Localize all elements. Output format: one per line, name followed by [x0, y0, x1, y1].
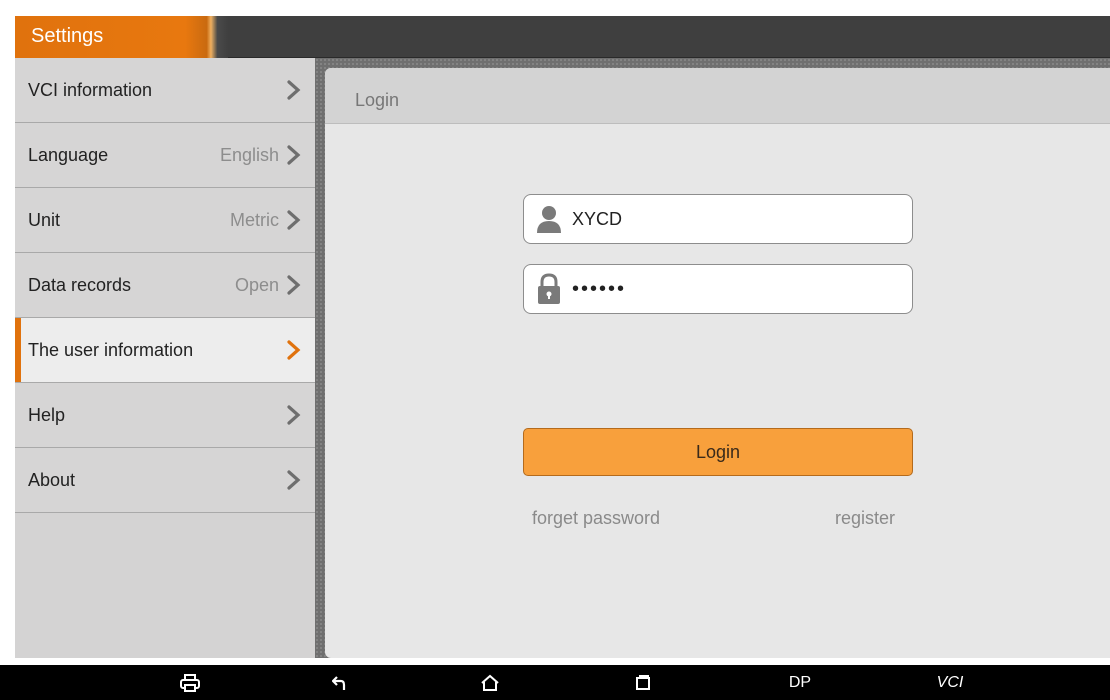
print-icon [180, 673, 200, 692]
panel-title: Login [355, 90, 400, 110]
sidebar-item-value: English [219, 144, 279, 165]
chevron-right-icon [287, 210, 301, 230]
home-button[interactable] [475, 665, 505, 700]
username-input[interactable] [572, 208, 892, 230]
login-button[interactable]: Login [523, 428, 913, 476]
sidebar-item-label: The user information [28, 339, 194, 360]
dp-label: DP [788, 673, 812, 691]
sidebar-item-user-information[interactable]: The user information [15, 318, 315, 383]
panel-header: Login [325, 68, 1110, 124]
sidebar-item-data-records[interactable]: Data records Open [15, 253, 315, 318]
chevron-right-icon [287, 80, 301, 100]
top-bar: Settings [0, 0, 1110, 58]
register-link[interactable]: register [835, 508, 895, 529]
sidebar-item-value: Metric [230, 209, 279, 230]
password-field[interactable]: •••••• [523, 264, 913, 314]
sidebar-item-unit[interactable]: Unit Metric [15, 188, 315, 253]
chevron-right-icon [287, 275, 301, 295]
user-icon [537, 206, 561, 233]
sidebar-item-label: Help [28, 404, 66, 425]
forget-password-link[interactable]: forget password [532, 508, 660, 529]
vci-button[interactable]: VCI [925, 665, 975, 700]
home-icon [481, 674, 499, 691]
sidebar-item-value: Open [234, 274, 279, 295]
sidebar-item-vci-information[interactable]: VCI information [15, 58, 315, 123]
username-field[interactable] [523, 194, 913, 244]
settings-title-tab: Settings [15, 16, 228, 58]
vci-label: VCI [936, 673, 964, 691]
sidebar-item-label: Language [28, 144, 109, 165]
system-nav-bar: DP VCI [0, 665, 1110, 700]
chevron-right-icon [287, 470, 301, 490]
recents-icon [636, 674, 650, 690]
page-title: Settings [31, 25, 104, 47]
sidebar-item-label: About [28, 469, 76, 490]
settings-sidebar: VCI information Language English Unit Me… [15, 58, 315, 658]
print-button[interactable] [170, 665, 210, 700]
sidebar-item-help[interactable]: Help [15, 383, 315, 448]
login-panel: Login •••••• Login forget password regis… [325, 68, 1110, 658]
password-input[interactable]: •••••• [572, 278, 626, 301]
back-button[interactable] [325, 665, 355, 700]
chevron-right-icon [287, 340, 301, 360]
sidebar-item-about[interactable]: About [15, 448, 315, 513]
chevron-right-icon [287, 405, 301, 425]
dp-button[interactable]: DP [780, 665, 820, 700]
sidebar-item-label: Data records [28, 274, 132, 295]
lock-icon [538, 273, 560, 304]
recents-button[interactable] [628, 665, 658, 700]
sidebar-item-label: VCI information [28, 79, 153, 100]
back-icon [332, 675, 346, 690]
sidebar-item-language[interactable]: Language English [15, 123, 315, 188]
chevron-right-icon [287, 145, 301, 165]
sidebar-item-label: Unit [28, 209, 61, 230]
